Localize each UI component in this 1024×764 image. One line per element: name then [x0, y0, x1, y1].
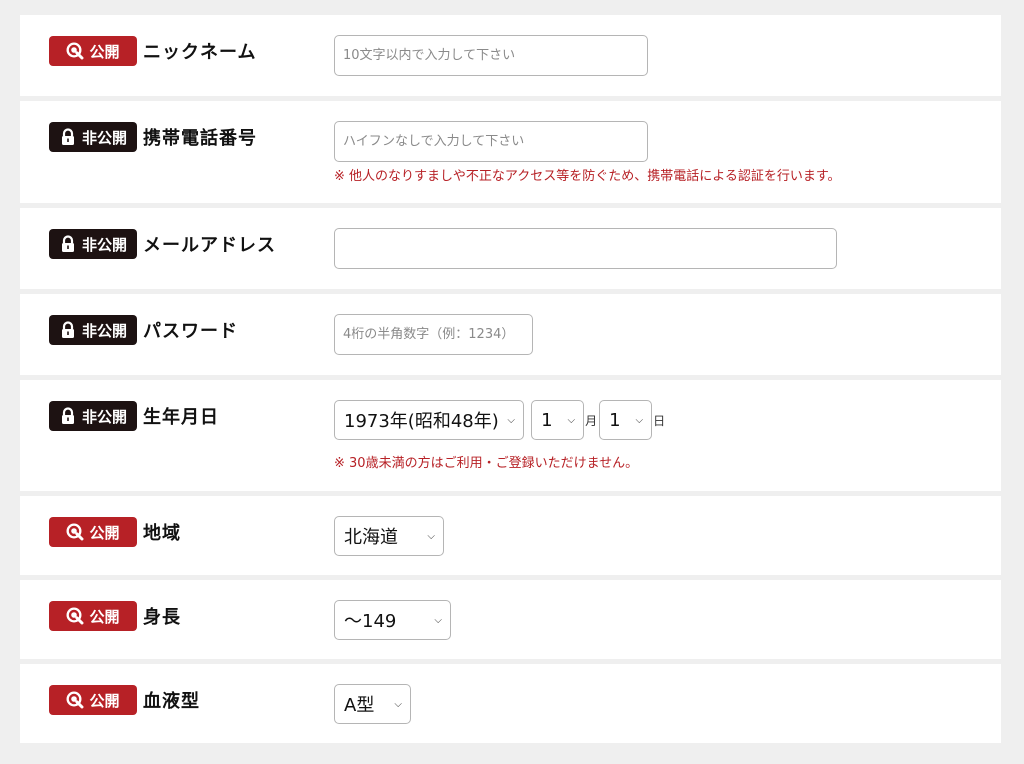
- mobile-note: ※ 他人のなりすましや不正なアクセス等を防ぐため、携帯電話による認証を行います。: [334, 169, 841, 184]
- search-icon: [66, 523, 84, 541]
- blood-select[interactable]: A型 ⌵: [334, 684, 411, 724]
- birth-day-select[interactable]: 1 ⌵: [599, 400, 653, 440]
- public-badge: 公開: [49, 601, 137, 631]
- height-select[interactable]: 〜149 ⌵: [334, 600, 451, 640]
- birthday-row: 非公開 生年月日 1973年(昭和48年) ⌵ 1 ⌵ 月 1 ⌵ 日 ※ 30…: [20, 380, 1001, 491]
- email-input[interactable]: [334, 228, 837, 269]
- blood-label: 血液型: [143, 691, 200, 712]
- chevron-down-icon: ⌵: [434, 614, 442, 626]
- birth-day-value: 1: [609, 409, 621, 431]
- public-badge-label: 公開: [89, 691, 120, 710]
- search-icon: [66, 691, 84, 709]
- private-badge: 非公開: [49, 122, 137, 152]
- blood-row: 公開 血液型 A型 ⌵: [20, 664, 1001, 743]
- private-badge: 非公開: [49, 229, 137, 259]
- region-select[interactable]: 北海道 ⌵: [334, 516, 444, 556]
- search-icon: [66, 42, 84, 60]
- region-value: 北海道: [344, 527, 398, 548]
- private-badge-label: 非公開: [81, 321, 127, 340]
- search-icon: [66, 607, 84, 625]
- birth-month-value: 1: [541, 409, 553, 431]
- nickname-row: 公開 ニックネーム: [20, 15, 1001, 96]
- day-unit: 日: [653, 413, 666, 428]
- chevron-down-icon: ⌵: [427, 530, 435, 542]
- mobile-input[interactable]: [334, 121, 648, 162]
- lock-icon: [59, 235, 77, 253]
- public-badge-label: 公開: [89, 42, 120, 61]
- public-badge: 公開: [49, 685, 137, 715]
- birth-year-value: 1973年(昭和48年): [344, 411, 499, 432]
- private-badge: 非公開: [49, 315, 137, 345]
- height-label: 身長: [143, 607, 181, 628]
- nickname-input[interactable]: [334, 35, 648, 76]
- public-badge: 公開: [49, 36, 137, 66]
- password-label: パスワード: [143, 321, 238, 342]
- lock-icon: [59, 321, 77, 339]
- private-badge-label: 非公開: [81, 235, 127, 254]
- private-badge-label: 非公開: [81, 128, 127, 147]
- email-row: 非公開 メールアドレス: [20, 208, 1001, 289]
- lock-icon: [59, 128, 77, 146]
- private-badge-label: 非公開: [81, 407, 127, 426]
- chevron-down-icon: ⌵: [567, 414, 576, 426]
- height-value: 〜149: [344, 611, 397, 632]
- chevron-down-icon: ⌵: [635, 414, 644, 426]
- public-badge: 公開: [49, 517, 137, 547]
- lock-icon: [59, 407, 77, 425]
- mobile-row: 非公開 携帯電話番号 ※ 他人のなりすましや不正なアクセス等を防ぐため、携帯電話…: [20, 101, 1001, 203]
- password-row: 非公開 パスワード: [20, 294, 1001, 375]
- month-unit: 月: [585, 413, 598, 428]
- birthday-note: ※ 30歳未満の方はご利用・ご登録いただけません。: [334, 456, 639, 471]
- birthday-selects: 1973年(昭和48年) ⌵ 1 ⌵ 月 1 ⌵ 日: [334, 400, 667, 440]
- public-badge-label: 公開: [89, 607, 120, 626]
- public-badge-label: 公開: [89, 523, 120, 542]
- chevron-down-icon: ⌵: [394, 698, 402, 710]
- height-row: 公開 身長 〜149 ⌵: [20, 580, 1001, 659]
- chevron-down-icon: ⌵: [507, 414, 515, 426]
- profile-form: 公開 ニックネーム 非公開 携帯電話番号 ※ 他人のなりすましや不正なアクセス等…: [20, 15, 1001, 748]
- mobile-label: 携帯電話番号: [143, 128, 257, 149]
- email-label: メールアドレス: [143, 235, 276, 256]
- birth-month-select[interactable]: 1 ⌵: [531, 400, 585, 440]
- birth-year-select[interactable]: 1973年(昭和48年) ⌵: [334, 400, 524, 440]
- blood-value: A型: [344, 695, 375, 716]
- nickname-label: ニックネーム: [143, 42, 257, 63]
- password-input[interactable]: [334, 314, 533, 355]
- birthday-label: 生年月日: [143, 407, 219, 428]
- private-badge: 非公開: [49, 401, 137, 431]
- region-label: 地域: [143, 523, 181, 544]
- region-row: 公開 地域 北海道 ⌵: [20, 496, 1001, 575]
